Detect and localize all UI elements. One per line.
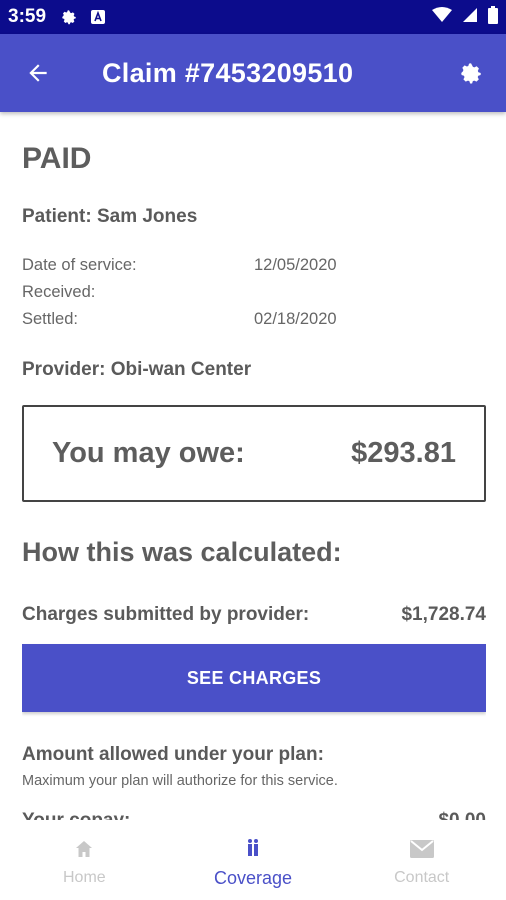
status-time: 3:59 xyxy=(8,6,47,27)
claim-dates: Date of service: 12/05/2020 Received: Se… xyxy=(22,256,486,337)
date-label: Settled: xyxy=(22,310,78,328)
allowed-subtitle: Maximum your plan will authorize for thi… xyxy=(22,773,338,789)
copay-value: $0.00 xyxy=(438,810,486,820)
claim-status: PAID xyxy=(22,142,92,175)
settings-button[interactable] xyxy=(436,34,506,112)
charges-label: Charges submitted by provider: xyxy=(22,604,310,625)
page-title: Claim #7453209510 xyxy=(102,57,354,88)
copay-label: Your copay: xyxy=(22,810,130,820)
home-icon xyxy=(74,837,94,861)
app-bar: Claim #7453209510 xyxy=(0,34,506,112)
nav-item-contact[interactable]: Contact xyxy=(337,820,506,900)
calculation-heading: How this was calculated: xyxy=(22,537,342,567)
provider-name: Provider: Obi-wan Center xyxy=(22,359,252,380)
date-row-received: Received: xyxy=(22,283,486,310)
date-row-settled: Settled: 02/18/2020 xyxy=(22,310,486,337)
gear-icon xyxy=(461,63,481,84)
amount-owed-box: You may owe: $293.81 xyxy=(22,405,486,502)
date-value: 12/05/2020 xyxy=(254,256,337,274)
gear-icon xyxy=(60,8,78,26)
copay-row: Your copay: $0.00 xyxy=(22,810,486,820)
date-value: 02/18/2020 xyxy=(254,310,337,328)
back-button[interactable] xyxy=(0,34,76,112)
nav-label: Contact xyxy=(394,869,450,886)
app-a-icon xyxy=(90,9,106,25)
date-row-service: Date of service: 12/05/2020 xyxy=(22,256,486,283)
charges-row: Charges submitted by provider: $1,728.74 xyxy=(22,604,486,626)
bottom-navigation: Home Coverage Contact xyxy=(0,820,506,900)
date-label: Date of service: xyxy=(22,256,137,274)
date-label: Received: xyxy=(22,283,96,301)
wifi-icon xyxy=(432,6,452,28)
nav-label: Home xyxy=(62,869,106,886)
mail-icon xyxy=(409,837,434,861)
nav-item-coverage[interactable]: Coverage xyxy=(169,820,338,900)
status-bar: 3:59 xyxy=(0,0,506,34)
charges-value: $1,728.74 xyxy=(401,604,486,625)
battery-icon xyxy=(488,5,498,29)
patient-name: Patient: Sam Jones xyxy=(22,206,198,227)
see-charges-button[interactable]: SEE CHARGES xyxy=(22,644,486,712)
nav-item-home[interactable]: Home xyxy=(0,820,169,900)
signal-icon xyxy=(462,7,478,28)
allowed-title: Amount allowed under your plan: xyxy=(22,744,324,765)
people-icon xyxy=(246,836,260,860)
arrow-left-icon xyxy=(29,64,47,82)
owe-label: You may owe: xyxy=(52,437,245,469)
nav-label: Coverage xyxy=(213,867,293,888)
claim-details: PAID Patient: Sam Jones Date of service:… xyxy=(22,112,486,820)
owe-amount: $293.81 xyxy=(351,437,456,469)
